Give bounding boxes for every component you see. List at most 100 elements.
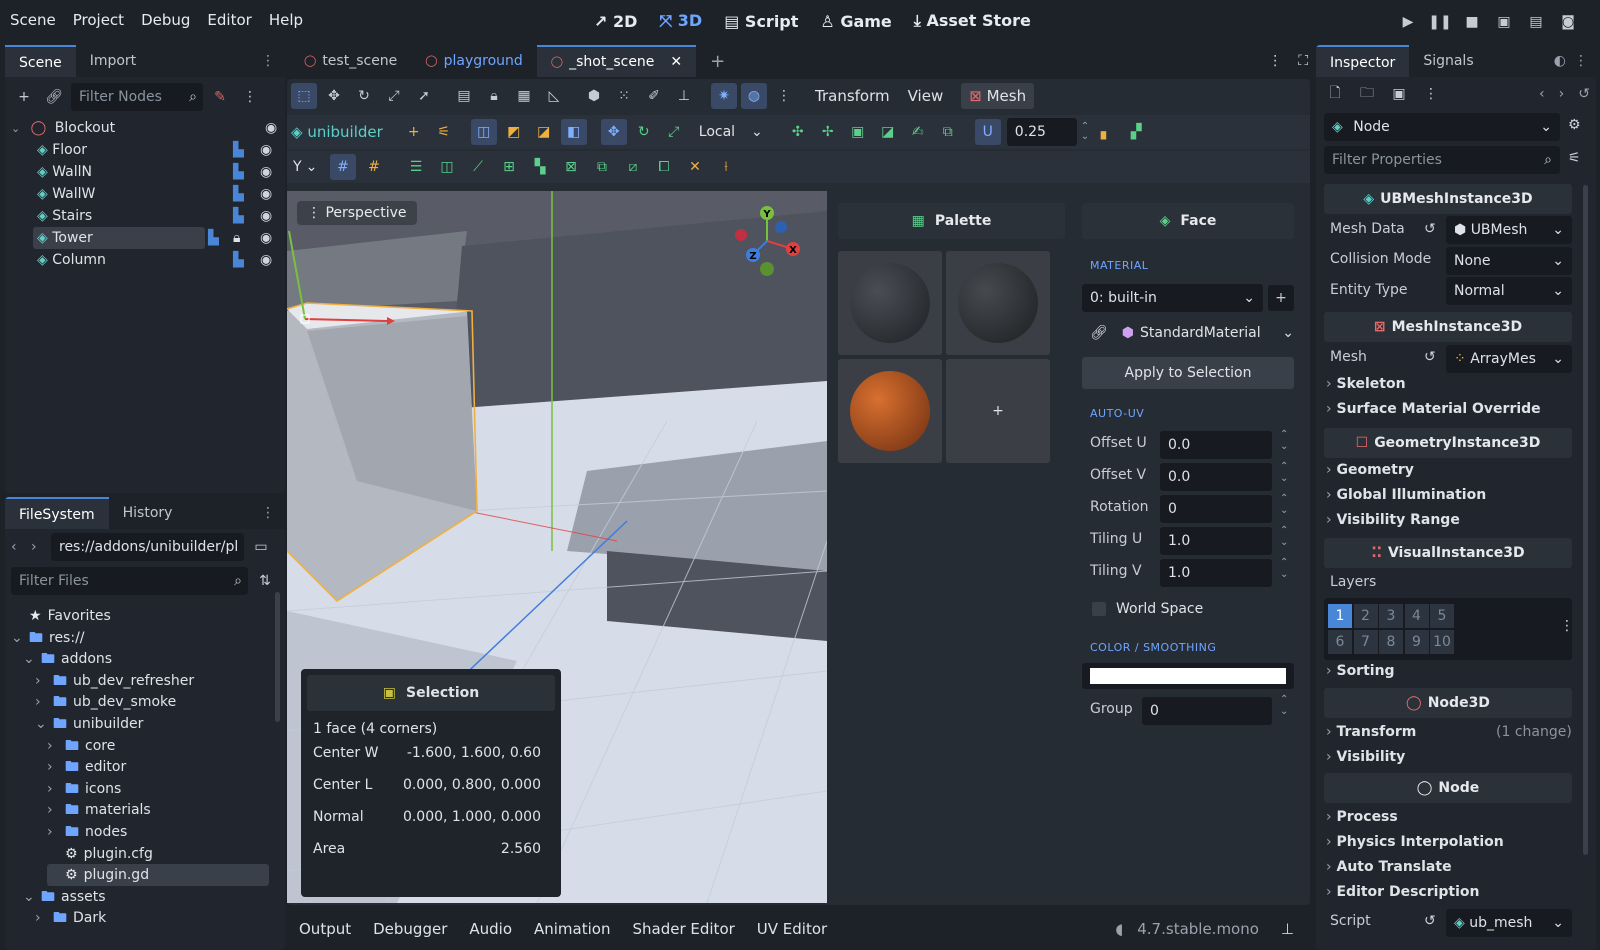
fs-item[interactable]: ⚙ plugin.gd	[47, 864, 269, 887]
kebab-icon[interactable]: ⋮	[1560, 618, 1574, 634]
stop-icon[interactable]: ■	[1459, 9, 1485, 35]
merge-icon[interactable]: ⟊	[713, 154, 739, 180]
group-icon[interactable]: ▦	[511, 83, 537, 109]
filter-properties-input[interactable]: Filter Properties ⌕	[1324, 146, 1560, 174]
scale-icon[interactable]: ⤢	[381, 83, 407, 109]
visibility-icon[interactable]: ◉	[260, 183, 272, 205]
duplicate-icon[interactable]: ⧉	[935, 119, 961, 145]
script-attach-icon[interactable]: ✎	[207, 84, 233, 110]
add-slot-icon[interactable]: +	[1268, 285, 1294, 311]
dock-menu-icon[interactable]: ⋮	[261, 505, 275, 521]
material-slot-dropdown[interactable]: 0: built-in ⌄	[1082, 284, 1263, 312]
sun-icon[interactable]: ✷	[711, 83, 737, 109]
view-menu[interactable]: View	[908, 87, 944, 105]
fs-item[interactable]: › 🖿︎ ub_dev_refresher	[35, 670, 194, 692]
property-filter-icon[interactable]: ⚟	[1568, 150, 1581, 166]
save-icon[interactable]: ▣	[1386, 81, 1412, 107]
axis-dropdown[interactable]: Y ⌄	[291, 153, 325, 181]
spin-arrows-icon[interactable]: ⌃ ⌄	[1280, 525, 1288, 549]
tab-import[interactable]: Import	[76, 45, 150, 77]
dock-menu-icon[interactable]: ⋮	[261, 53, 275, 69]
new-resource-icon[interactable]: 🗋︎	[1322, 81, 1348, 107]
section-editor-description[interactable]: › Editor Description	[1326, 884, 1480, 900]
layer-cell[interactable]: 2	[1353, 604, 1378, 628]
open-folder-icon[interactable]: 🗀︎	[1354, 81, 1380, 107]
play-scene-icon[interactable]: ▣	[1491, 9, 1517, 35]
kebab-icon[interactable]: ⋮	[237, 84, 263, 110]
movie-icon[interactable]: ◙	[1555, 9, 1581, 35]
material-swatch[interactable]	[838, 359, 942, 463]
revert-icon[interactable]: ↺	[1424, 349, 1436, 365]
menu-scene[interactable]: Scene	[10, 11, 56, 29]
mesh-data-dropdown[interactable]: ⬢ UBMesh ⌄	[1446, 216, 1572, 244]
lock-icon[interactable]: 🔒︎	[233, 227, 240, 249]
cube-icon[interactable]: ⬢	[581, 83, 607, 109]
section-physics-interpolation[interactable]: › Physics Interpolation	[1326, 834, 1504, 850]
add-material-button[interactable]: +	[946, 359, 1050, 463]
mosaic-icon[interactable]: ▚	[527, 154, 553, 180]
transform-menu[interactable]: Transform	[815, 87, 890, 105]
visibility-icon[interactable]: ◉	[260, 249, 272, 271]
tree-node[interactable]: ◈ Stairs	[33, 205, 205, 227]
fs-item[interactable]: ⌄ 🖿︎ unibuilder	[35, 713, 143, 735]
tab-inspector[interactable]: Inspector	[1316, 45, 1410, 77]
spin-arrows-icon[interactable]: ⌃ ⌄	[1280, 429, 1288, 453]
fs-item[interactable]: ⚙ plugin.cfg	[47, 843, 153, 865]
fs-item[interactable]: ⌄ 🖿︎ addons	[23, 648, 112, 670]
spin-arrows-icon[interactable]: ⌃ ⌄	[1081, 122, 1089, 142]
axis-gizmo[interactable]: Y X Z	[727, 201, 807, 281]
visibility-icon[interactable]: ◉	[265, 117, 277, 139]
section-geometry[interactable]: › Geometry	[1326, 462, 1414, 478]
material-resource[interactable]: 🔗︎ ⬢ StandardMaterial ⌄	[1090, 321, 1294, 345]
tab-scene[interactable]: Scene	[5, 45, 76, 77]
tree-node[interactable]: ◈ WallW	[33, 183, 205, 205]
visibility-icon[interactable]: ◉	[260, 161, 272, 183]
edge-mode-icon[interactable]: ◩	[501, 119, 527, 145]
back-icon[interactable]: ‹	[11, 539, 27, 555]
link-icon[interactable]: 🔗︎	[41, 84, 67, 110]
inset-icon[interactable]: ✢	[815, 119, 841, 145]
scale-tool-icon[interactable]: ⤢	[661, 119, 687, 145]
meshinstance-section-header[interactable]: ⊠ MeshInstance3D	[1324, 312, 1572, 342]
workspace-2d-button[interactable]: ↗ 2D	[594, 12, 637, 31]
copy-icon[interactable]: ⧉	[589, 154, 615, 180]
layer-cell[interactable]: 6	[1328, 630, 1352, 654]
scene-tab-test[interactable]: ◯ test_scene	[290, 45, 411, 77]
tab-shader-editor[interactable]: Shader Editor	[632, 920, 734, 938]
world-space-toggle[interactable]: World Space	[1092, 601, 1203, 617]
scene-tab-shot[interactable]: ◯ _shot_scene ✕	[536, 45, 697, 77]
tree-node[interactable]: ◈ WallN	[33, 161, 205, 183]
section-transform[interactable]: › Transform	[1326, 724, 1416, 740]
uv-input[interactable]: 0.0	[1160, 463, 1272, 491]
script-icon[interactable]: ▙	[233, 249, 244, 271]
diagonal-icon[interactable]: ⧄	[620, 154, 646, 180]
lock-icon[interactable]: 🔒︎	[481, 83, 507, 109]
fs-item[interactable]: › 🖿︎ editor	[47, 756, 126, 778]
forward-icon[interactable]: ›	[31, 539, 47, 555]
kebab-icon[interactable]: ⋮	[1268, 53, 1282, 69]
uv-input[interactable]: 0.0	[1160, 431, 1272, 459]
filter-nodes-input[interactable]: Filter Nodes ⌕	[71, 83, 203, 111]
menu-editor[interactable]: Editor	[207, 11, 251, 29]
tab-output[interactable]: Output	[299, 920, 351, 938]
inspected-node-dropdown[interactable]: ◈ Node ⌄	[1324, 113, 1560, 141]
revert-icon[interactable]: ↺	[1424, 913, 1436, 929]
ubmesh-section-header[interactable]: ◈ UBMeshInstance3D	[1324, 184, 1572, 214]
history-icon[interactable]: ↺	[1578, 86, 1590, 102]
uv-input[interactable]: 0	[1160, 495, 1272, 523]
group-input[interactable]: 0	[1142, 697, 1272, 725]
uv-input[interactable]: 1.0	[1160, 527, 1272, 555]
tile-icon[interactable]: ⊞	[496, 154, 522, 180]
uv-snap-icon[interactable]: U	[974, 119, 1001, 145]
frame-icon[interactable]: ◫	[434, 154, 460, 180]
perspective-menu[interactable]: ⋮ Perspective	[297, 201, 417, 225]
paint-icon[interactable]: ✍	[905, 119, 931, 145]
play-custom-icon[interactable]: ▤	[1523, 9, 1549, 35]
spin-arrows-icon[interactable]: ⌃ ⌄	[1280, 694, 1288, 718]
tab-audio[interactable]: Audio	[469, 920, 512, 938]
add-tab-icon[interactable]: +	[710, 51, 725, 72]
select-mode-icon[interactable]: ⬚	[291, 83, 317, 109]
section-sorting[interactable]: › Sorting	[1326, 663, 1395, 679]
section-visibility[interactable]: › Visibility	[1326, 749, 1405, 765]
script-icon[interactable]: ▙	[233, 205, 244, 227]
